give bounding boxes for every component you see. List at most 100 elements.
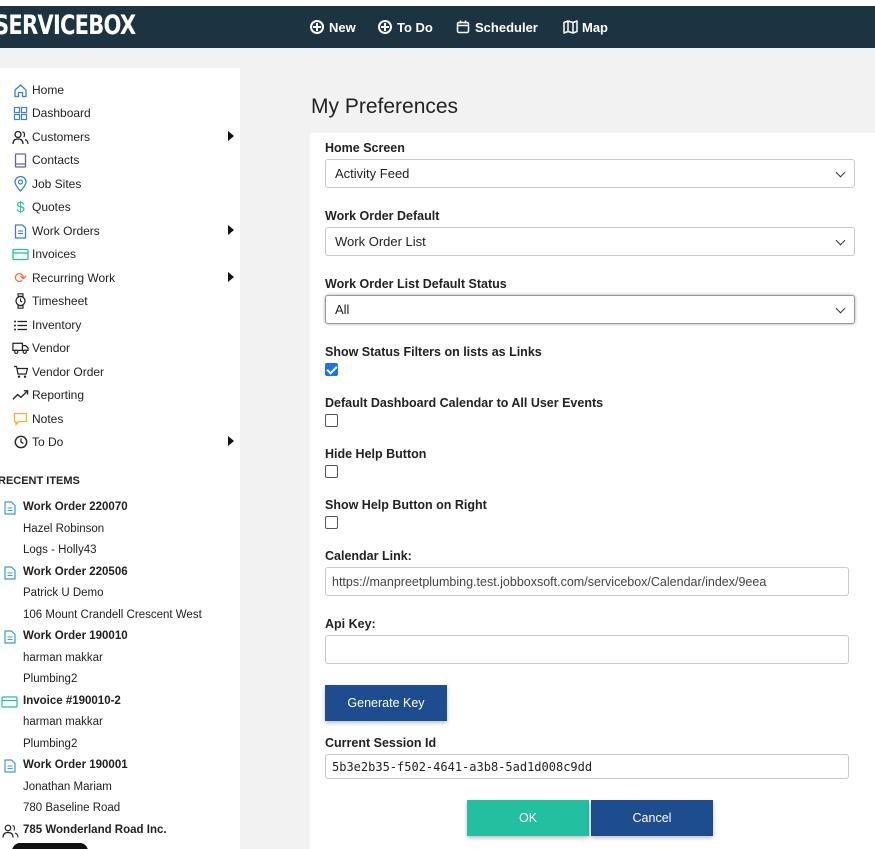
home-icon bbox=[12, 82, 29, 98]
clock-icon bbox=[12, 434, 29, 450]
dashboard-icon bbox=[12, 105, 29, 121]
recent-item-line[interactable]: Plumbing2 bbox=[23, 738, 77, 750]
generate-key-button[interactable]: Generate Key bbox=[325, 685, 447, 721]
recent-item-title[interactable]: Work Order 220070 bbox=[23, 501, 128, 513]
people-icon bbox=[2, 824, 19, 838]
hide-help-checkbox[interactable] bbox=[325, 465, 338, 478]
sidebar-item-job-sites[interactable]: Job Sites bbox=[12, 173, 234, 195]
nav-scheduler[interactable]: Scheduler bbox=[456, 6, 538, 48]
list-icon bbox=[12, 317, 29, 333]
recent-item-title[interactable]: 785 Wonderland Road Inc. bbox=[23, 824, 167, 836]
submenu-arrow-icon[interactable] bbox=[228, 436, 234, 446]
sidebar-item-reporting[interactable]: Reporting bbox=[12, 384, 234, 406]
home-screen-select[interactable]: Activity Feed bbox=[325, 159, 855, 188]
recent-item-title[interactable]: Invoice #190010-2 bbox=[23, 695, 121, 707]
help-right-label: Show Help Button on Right bbox=[325, 498, 487, 512]
sidebar-item-label: Invoices bbox=[32, 247, 77, 261]
sidebar-item-label: Home bbox=[32, 83, 65, 97]
recent-item-line[interactable]: Hazel Robinson bbox=[23, 523, 104, 535]
recent-item-line[interactable]: harman makkar bbox=[23, 716, 103, 728]
sidebar-item-label: Dashboard bbox=[32, 106, 91, 120]
top-navbar: SERVICEBOX New To Do Scheduler Map bbox=[0, 6, 875, 48]
wo-list-status-select[interactable]: All bbox=[325, 295, 855, 324]
sidebar-item-quotes[interactable]: $ Quotes bbox=[12, 196, 234, 218]
sidebar-item-vendor-order[interactable]: Vendor Order bbox=[12, 361, 234, 383]
recent-item-line[interactable]: Plumbing2 bbox=[23, 673, 77, 685]
recent-item-line[interactable]: Jonathan Mariam bbox=[23, 781, 112, 793]
recent-item-line[interactable]: Patrick U Demo bbox=[23, 587, 104, 599]
app-logo[interactable]: SERVICEBOX bbox=[0, 10, 136, 41]
sidebar-item-notes[interactable]: Notes bbox=[12, 408, 234, 430]
recent-item-line[interactable]: 780 Baseline Road bbox=[23, 802, 120, 814]
nav-map[interactable]: Map bbox=[563, 6, 608, 48]
sidebar-item-todo[interactable]: To Do bbox=[12, 431, 234, 453]
sidebar-item-label: Quotes bbox=[32, 200, 71, 214]
document-icon bbox=[4, 566, 16, 580]
document-icon bbox=[12, 223, 29, 239]
recurring-icon: ⟳ bbox=[14, 270, 27, 287]
wo-list-status-value: All bbox=[335, 302, 350, 317]
sidebar-item-label: Inventory bbox=[32, 318, 82, 332]
session-id-input[interactable]: 5b3e2b35-f502-4641-a3b8-5ad1d008c9dd bbox=[325, 754, 849, 779]
sidebar-item-contacts[interactable]: Contacts bbox=[12, 149, 234, 171]
people-icon bbox=[12, 129, 29, 145]
cancel-button[interactable]: Cancel bbox=[591, 800, 713, 836]
api-key-input[interactable] bbox=[325, 635, 849, 664]
ok-button[interactable]: OK bbox=[467, 800, 589, 836]
sidebar-item-invoices[interactable]: Invoices bbox=[12, 243, 234, 265]
help-right-checkbox[interactable] bbox=[325, 516, 338, 529]
credit-card-icon bbox=[1, 696, 18, 708]
chat-widget-tab[interactable] bbox=[12, 843, 88, 849]
nav-todo[interactable]: To Do bbox=[378, 6, 433, 48]
watch-icon bbox=[12, 293, 29, 309]
nav-new-label: New bbox=[329, 19, 356, 35]
recent-item-title[interactable]: Work Order 190001 bbox=[23, 759, 128, 771]
api-key-label: Api Key: bbox=[325, 617, 376, 631]
sidebar-item-label: Vendor bbox=[32, 341, 71, 355]
nav-map-label: Map bbox=[582, 19, 608, 35]
recent-items-panel: RECENT ITEMS Work Order 220070 Hazel Rob… bbox=[0, 473, 240, 849]
sidebar-item-dashboard[interactable]: Dashboard bbox=[12, 102, 234, 124]
sidebar-item-inventory[interactable]: Inventory bbox=[12, 314, 234, 336]
default-dashboard-calendar-label: Default Dashboard Calendar to All User E… bbox=[325, 396, 604, 410]
home-screen-value: Activity Feed bbox=[335, 166, 410, 181]
truck-icon bbox=[12, 340, 29, 356]
sidebar-item-vendor[interactable]: Vendor bbox=[12, 337, 234, 359]
sidebar-item-label: Vendor Order bbox=[32, 365, 105, 379]
dollar-icon: $ bbox=[16, 198, 25, 216]
location-pin-icon bbox=[12, 176, 29, 192]
recent-item-title[interactable]: Work Order 220506 bbox=[23, 566, 128, 578]
document-icon bbox=[4, 501, 16, 515]
sidebar-item-timesheet[interactable]: Timesheet bbox=[12, 290, 234, 312]
recent-item-title[interactable]: Work Order 190010 bbox=[23, 630, 128, 642]
recent-item-line[interactable]: harman makkar bbox=[23, 652, 103, 664]
work-order-default-label: Work Order Default bbox=[325, 209, 440, 223]
calendar-icon bbox=[456, 20, 470, 34]
sidebar-item-recurring-work[interactable]: ⟳ Recurring Work bbox=[12, 267, 234, 289]
submenu-arrow-icon[interactable] bbox=[228, 225, 234, 235]
recent-item-line[interactable]: Logs - Holly43 bbox=[23, 544, 97, 556]
nav-todo-label: To Do bbox=[397, 19, 433, 35]
show-status-filters-checkbox[interactable] bbox=[325, 363, 338, 376]
nav-scheduler-label: Scheduler bbox=[475, 19, 538, 35]
sidebar-item-work-orders[interactable]: Work Orders bbox=[12, 220, 234, 242]
nav-new[interactable]: New bbox=[310, 6, 356, 48]
sidebar-item-customers[interactable]: Customers bbox=[12, 126, 234, 148]
calendar-link-input[interactable]: https://manpreetplumbing.test.jobboxsoft… bbox=[325, 567, 849, 596]
submenu-arrow-icon[interactable] bbox=[228, 272, 234, 282]
work-order-default-select[interactable]: Work Order List bbox=[325, 227, 855, 256]
sidebar-item-label: Notes bbox=[32, 412, 64, 426]
recent-item-line[interactable]: 106 Mount Crandell Crescent West bbox=[23, 609, 202, 621]
submenu-arrow-icon[interactable] bbox=[228, 131, 234, 141]
trend-icon bbox=[12, 387, 29, 403]
cart-icon bbox=[12, 364, 29, 380]
work-order-default-value: Work Order List bbox=[335, 234, 426, 249]
document-icon bbox=[4, 759, 16, 773]
sidebar-item-home[interactable]: Home bbox=[12, 79, 234, 101]
session-id-label: Current Session Id bbox=[325, 736, 437, 750]
chevron-down-icon bbox=[835, 167, 846, 178]
hide-help-label: Hide Help Button bbox=[325, 447, 427, 461]
credit-card-icon bbox=[12, 246, 29, 262]
book-icon bbox=[12, 152, 29, 168]
default-dashboard-calendar-checkbox[interactable] bbox=[325, 414, 338, 427]
